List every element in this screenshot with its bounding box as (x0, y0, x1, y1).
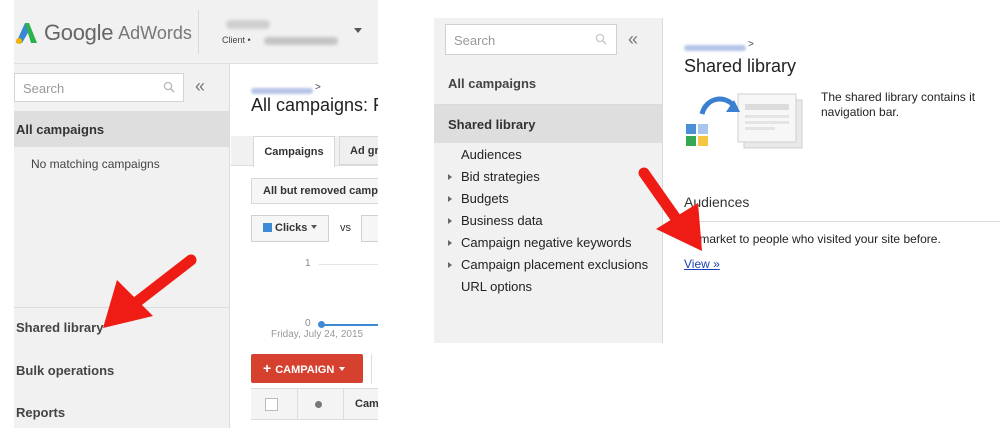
empty-campaigns-message: No matching campaigns (31, 157, 160, 171)
red-arrow-annotation (103, 254, 197, 328)
compare-label: vs (340, 222, 351, 234)
library-item-label: Business data (461, 213, 543, 228)
shared-library-nav: Audiences Bid strategies Budgets Busines… (448, 147, 648, 301)
column-divider (343, 389, 344, 420)
redacted-breadcrumb (684, 45, 746, 51)
campaign-column-header[interactable]: Cam (355, 398, 378, 410)
chart-data-point[interactable] (318, 321, 325, 328)
metric-label: Clicks (275, 222, 308, 234)
redacted-account-name (226, 20, 270, 29)
library-item-label: Budgets (461, 191, 509, 206)
expand-triangle-icon[interactable] (448, 218, 452, 224)
google-wordmark: Google (44, 20, 114, 45)
shared-library-illustration-icon (686, 93, 803, 149)
column-divider (297, 389, 298, 420)
breadcrumb-separator: > (315, 82, 321, 93)
chart-y-tick: 1 (305, 258, 311, 269)
library-item-label: Campaign negative keywords (461, 235, 632, 250)
sidebar-item-reports[interactable]: Reports (16, 405, 65, 420)
add-campaign-label: CAMPAIGN (275, 364, 335, 376)
compare-metric-dropdown[interactable] (361, 215, 378, 242)
library-item-audiences[interactable]: Audiences (448, 147, 648, 169)
status-dot-icon (315, 401, 322, 408)
expand-triangle-icon[interactable] (448, 196, 452, 202)
table-header: Cam (251, 388, 378, 420)
chart-y-tick: 0 (305, 318, 311, 329)
sidebar-item-label: All campaigns (16, 122, 105, 137)
page-title: Shared library (684, 56, 797, 76)
tab-ad-groups[interactable]: Ad gr (339, 136, 378, 165)
expand-triangle-icon[interactable] (448, 262, 452, 268)
top-bar: Google AdWords Client • (14, 0, 378, 64)
library-item-campaign-placement-exclusions[interactable]: Campaign placement exclusions (448, 257, 648, 279)
adwords-logo-icon (16, 23, 37, 44)
collapse-sidebar-icon[interactable]: « (628, 29, 638, 50)
account-switcher-caret-icon[interactable] (354, 28, 362, 33)
chart-x-label: Friday, July 24, 2015 (271, 329, 364, 340)
adwords-overview-screenshot: Google AdWords Client • Search « All cam… (0, 0, 378, 428)
chevron-down-icon (339, 367, 346, 371)
search-input[interactable]: Search (445, 24, 617, 55)
page-title: All campaigns: F (251, 95, 378, 115)
library-item-bid-strategies[interactable]: Bid strategies (448, 169, 648, 191)
status-filter-dropdown[interactable]: All but removed camp (251, 178, 378, 204)
library-item-business-data[interactable]: Business data (448, 213, 648, 235)
metric-dropdown[interactable]: Clicks (251, 215, 329, 242)
sidebar-item-bulk-operations[interactable]: Bulk operations (16, 363, 114, 378)
redacted-account-id (264, 37, 338, 45)
search-placeholder: Search (454, 33, 496, 48)
collapse-sidebar-icon[interactable]: « (195, 76, 205, 97)
sidebar-item-label: Shared library (448, 117, 536, 132)
search-input[interactable]: Search (14, 73, 184, 102)
library-item-label: URL options (461, 279, 533, 294)
search-icon[interactable] (595, 33, 607, 45)
redacted-breadcrumb (251, 88, 313, 94)
library-item-url-options[interactable]: URL options (448, 279, 648, 301)
library-item-label: Bid strategies (461, 169, 540, 184)
chart-series-line (323, 324, 378, 326)
expand-triangle-icon[interactable] (448, 174, 452, 180)
left-sidebar: Search « All campaigns Shared library Au… (434, 18, 663, 343)
sidebar-item-shared-library[interactable]: Shared library (434, 105, 662, 143)
add-campaign-button[interactable]: + CAMPAIGN (251, 354, 363, 383)
select-all-checkbox[interactable] (265, 398, 278, 411)
library-item-label: Audiences (461, 147, 522, 162)
toolbar-divider (371, 354, 372, 384)
sidebar-item-all-campaigns[interactable]: All campaigns (14, 111, 229, 147)
library-item-budgets[interactable]: Budgets (448, 191, 648, 213)
sidebar-item-all-campaigns[interactable]: All campaigns (448, 76, 536, 91)
search-placeholder: Search (23, 81, 65, 96)
plus-icon: + (263, 360, 272, 376)
search-icon[interactable] (163, 81, 175, 93)
breadcrumb-separator: > (748, 39, 754, 50)
adwords-logo[interactable]: Google AdWords (14, 18, 192, 48)
adwords-wordmark: AdWords (118, 22, 192, 43)
series-color-swatch (263, 223, 272, 232)
section-divider (684, 221, 1000, 222)
red-arrow-annotation (638, 167, 702, 251)
library-item-campaign-negative-keywords[interactable]: Campaign negative keywords (448, 235, 648, 257)
tab-campaigns[interactable]: Campaigns (253, 136, 335, 167)
chevron-down-icon (311, 225, 318, 229)
campaigns-main: > All campaigns: F Campaigns Ad gr All b… (231, 64, 378, 428)
expand-triangle-icon[interactable] (448, 240, 452, 246)
sidebar-item-shared-library[interactable]: Shared library (16, 320, 103, 335)
client-label: Client • (222, 35, 251, 45)
left-sidebar: Search « All campaigns No matching campa… (14, 64, 230, 428)
header-divider (198, 10, 199, 54)
shared-library-description: The shared library contains it navigatio… (821, 90, 976, 119)
chart-gridline (319, 264, 378, 265)
library-item-label: Campaign placement exclusions (461, 257, 649, 272)
audiences-description: Remarket to people who visited your site… (684, 232, 941, 246)
